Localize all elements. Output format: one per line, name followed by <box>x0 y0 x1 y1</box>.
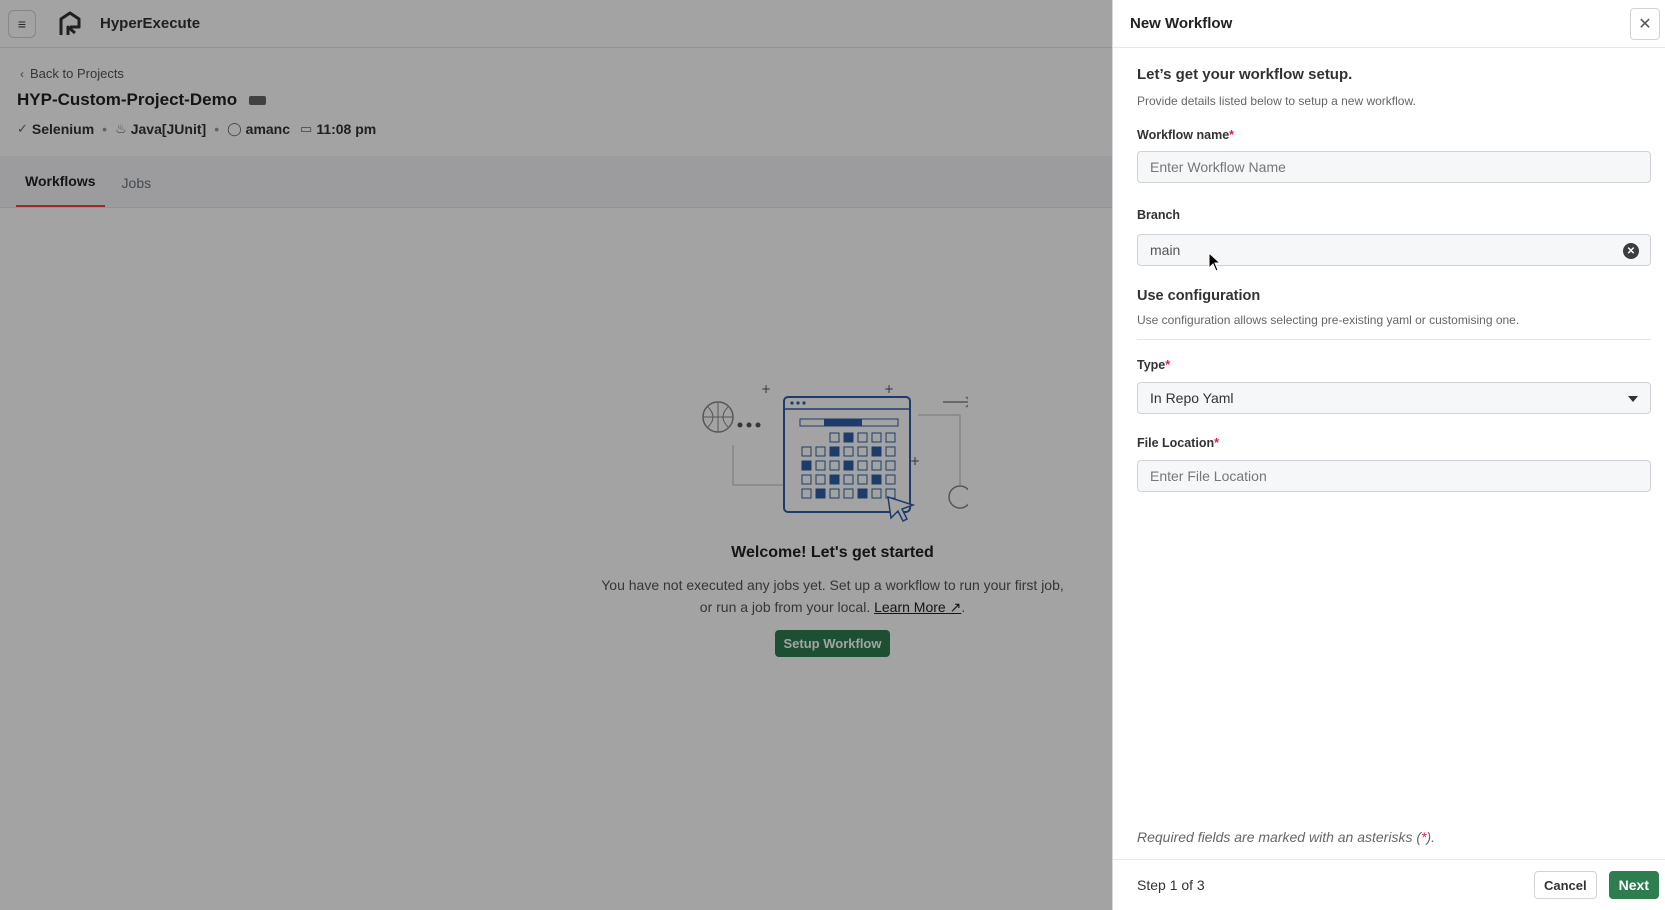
close-button[interactable]: ✕ <box>1630 7 1660 40</box>
required-note: Required fields are marked with an aster… <box>1137 829 1435 845</box>
setup-heading: Let’s get your workflow setup. <box>1137 66 1353 83</box>
config-heading: Use configuration <box>1137 288 1261 304</box>
step-indicator: Step 1 of 3 <box>1137 877 1205 893</box>
type-select[interactable]: In Repo Yaml <box>1137 382 1651 414</box>
drawer-title: New Workflow <box>1130 15 1233 32</box>
branch-value: main <box>1150 242 1181 258</box>
new-workflow-drawer: New Workflow ✕ Let’s get your workflow s… <box>1112 0 1665 910</box>
required-asterisk: * <box>1214 436 1219 450</box>
file-location-label-text: File Location <box>1137 436 1215 450</box>
section-divider <box>1137 339 1651 340</box>
clear-circle-icon[interactable]: ✕ <box>1623 243 1639 259</box>
required-asterisk: * <box>1229 128 1235 142</box>
close-icon: ✕ <box>1638 15 1652 33</box>
type-label-text: Type <box>1137 358 1166 372</box>
setup-subheading: Provide details listed below to setup a … <box>1137 94 1416 108</box>
workflow-name-label: Workflow name* <box>1137 128 1651 142</box>
required-asterisk: * <box>1165 358 1171 372</box>
drawer-body: Let’s get your workflow setup. Provide d… <box>1113 48 1665 492</box>
required-note-suffix: ). <box>1426 829 1436 845</box>
workflow-name-input[interactable]: Enter Workflow Name <box>1137 151 1651 183</box>
branch-label: Branch <box>1137 208 1181 222</box>
config-description: Use configuration allows selecting pre-e… <box>1137 313 1520 327</box>
cancel-button[interactable]: Cancel <box>1534 871 1597 899</box>
required-note-prefix: Required fields are marked with an aster… <box>1137 829 1422 845</box>
drawer-footer: Step 1 of 3 Cancel Next <box>1113 859 1665 910</box>
mouse-cursor-icon <box>1208 252 1222 272</box>
file-location-label: File Location* <box>1137 436 1651 450</box>
caret-down-icon <box>1628 396 1638 402</box>
drawer-header: New Workflow ✕ <box>1113 0 1665 48</box>
next-button[interactable]: Next <box>1608 871 1659 899</box>
modal-backdrop[interactable] <box>0 0 1112 910</box>
type-label: Type* <box>1137 358 1651 372</box>
type-value: In Repo Yaml <box>1150 390 1234 406</box>
workflow-name-label-text: Workflow name <box>1137 128 1230 142</box>
file-location-input[interactable]: Enter File Location <box>1137 460 1651 492</box>
